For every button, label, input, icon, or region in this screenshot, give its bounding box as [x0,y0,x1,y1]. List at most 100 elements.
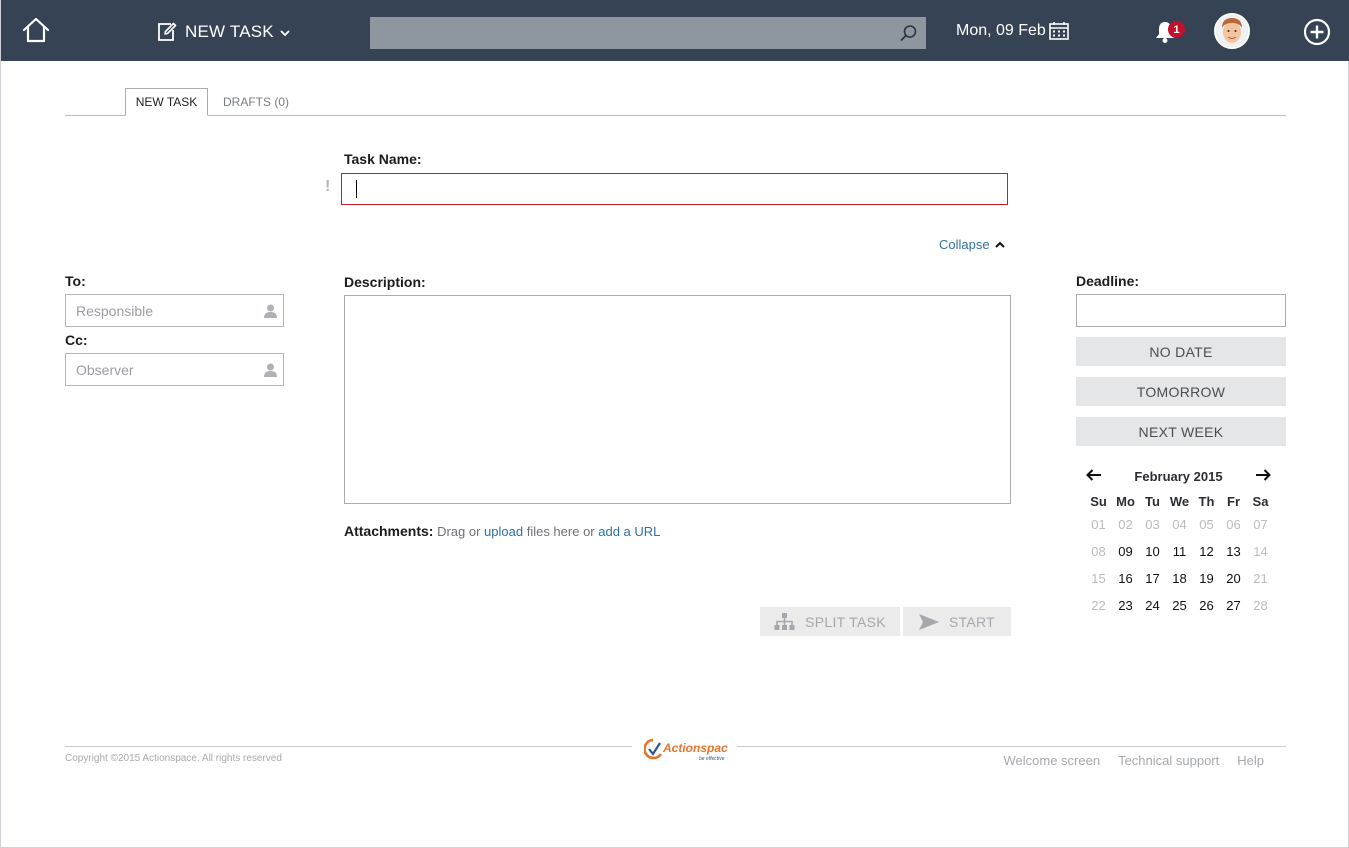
observer-field [65,353,284,386]
weekday-label: Sa [1252,494,1269,509]
person-icon[interactable] [264,363,277,377]
calendar-grid: Su Mo Tu We Th Fr Sa 01 02 03 04 05 06 07 08 09 1… [1085,492,1274,619]
calendar-day[interactable]: 05 [1193,517,1220,532]
calendar-day[interactable]: 10 [1139,544,1166,559]
calendar-week: 08 09 10 11 12 13 14 [1085,538,1274,565]
task-name-input[interactable] [341,173,1008,205]
technical-support-link[interactable]: Technical support [1118,753,1219,768]
attachments-text: files here or [523,524,599,539]
calendar-month: February 2015 [1134,469,1223,484]
calendar-day[interactable]: 20 [1220,571,1247,586]
split-task-button[interactable]: SPLIT TASK [760,607,900,636]
attachments-label: Attachments: [344,523,434,539]
hierarchy-icon [774,612,795,630]
weekday-label: Fr [1227,494,1240,509]
calendar-weekdays: Su Mo Tu We Th Fr Sa [1085,492,1274,511]
footer-divider [65,746,632,747]
chevron-down-icon [280,29,290,36]
search-icon[interactable] [900,24,918,42]
calendar-day[interactable]: 03 [1139,517,1166,532]
user-photo [1216,15,1248,47]
search-box [370,17,926,49]
calendar-day[interactable]: 06 [1220,517,1247,532]
start-label: START [948,613,996,630]
footer-divider [737,746,1286,747]
calendar-icon[interactable] [1049,21,1069,40]
to-label: To: [65,273,86,289]
description-label: Description: [344,274,426,290]
calendar-day[interactable]: 22 [1085,598,1112,613]
weekday-label: Su [1090,494,1107,509]
actionspace-logo[interactable]: Actionspace be effective [644,734,728,764]
tomorrow-button[interactable]: TOMORROW [1076,377,1286,406]
calendar-week: 22 23 24 25 26 27 28 [1085,592,1274,619]
attachments-text: Drag or [433,524,485,539]
calendar-day[interactable]: 28 [1247,598,1274,613]
help-link[interactable]: Help [1237,753,1264,768]
current-date-text: Mon, 09 Feb [956,21,1046,39]
calendar-day[interactable]: 27 [1220,598,1247,613]
calendar-week: 15 16 17 18 19 20 21 [1085,565,1274,592]
copyright-text: Copyright ©2015 Actionspace. All rights … [65,753,282,764]
calendar-day[interactable]: 14 [1247,544,1274,559]
calendar-day[interactable]: 04 [1166,517,1193,532]
home-button[interactable] [22,17,50,43]
calendar-day[interactable]: 17 [1139,571,1166,586]
arrow-right-icon[interactable] [1255,469,1271,481]
attachments-row: Attachments: Drag or upload files here o… [344,523,660,539]
welcome-screen-link[interactable]: Welcome screen [1004,753,1101,768]
responsible-field [65,294,284,327]
edit-icon [158,22,177,41]
new-task-menu-label: NEW TASK [185,22,274,41]
calendar-week: 01 02 03 04 05 06 07 [1085,511,1274,538]
upload-link[interactable]: upload [484,524,523,539]
calendar-day[interactable]: 18 [1166,571,1193,586]
calendar-day[interactable]: 13 [1220,544,1247,559]
footer-links: Welcome screen Technical support Help [986,753,1265,768]
logo-text: Actionspace [662,741,728,755]
logo-tagline: be effective [699,756,725,762]
calendar-day[interactable]: 02 [1112,517,1139,532]
calendar-day[interactable]: 16 [1112,571,1139,586]
cc-label: Cc: [65,332,88,348]
next-week-button[interactable]: NEXT WEEK [1076,417,1286,446]
required-indicator: ! [325,178,331,195]
start-button[interactable]: START [903,607,1011,636]
weekday-label: We [1169,494,1190,509]
search-input[interactable] [370,17,926,49]
calendar-day[interactable]: 15 [1085,571,1112,586]
responsible-input[interactable] [66,295,283,326]
calendar-day[interactable]: 07 [1247,517,1274,532]
no-date-button[interactable]: NO DATE [1076,337,1286,366]
deadline-input[interactable] [1076,294,1286,327]
tab-new-task[interactable]: NEW TASK [125,88,208,116]
task-name-label: Task Name: [344,151,422,167]
calendar-day[interactable]: 19 [1193,571,1220,586]
calendar-day[interactable]: 21 [1247,571,1274,586]
weekday-label: Th [1198,494,1215,509]
split-task-label: SPLIT TASK [805,613,886,630]
calendar-day[interactable]: 01 [1085,517,1112,532]
calendar-day[interactable]: 09 [1112,544,1139,559]
person-icon[interactable] [264,304,277,318]
plus-circle-icon[interactable] [1303,18,1331,46]
home-icon [22,17,50,43]
calendar-day[interactable]: 26 [1193,598,1220,613]
weekday-label: Tu [1145,494,1160,509]
description-textarea[interactable] [344,295,1011,504]
tab-drafts[interactable]: DRAFTS (0) [215,88,297,116]
observer-input[interactable] [66,354,283,385]
notification-badge: 1 [1168,21,1185,38]
new-task-menu[interactable]: NEW TASK [157,18,290,46]
calendar-day[interactable]: 08 [1085,544,1112,559]
add-url-link[interactable]: add a URL [598,524,660,539]
calendar-day[interactable]: 23 [1112,598,1139,613]
current-date: Mon, 09 Feb [956,21,1069,40]
send-icon [918,613,939,630]
calendar-day[interactable]: 24 [1139,598,1166,613]
calendar-day[interactable]: 25 [1166,598,1193,613]
calendar-day[interactable]: 12 [1193,544,1220,559]
calendar-day[interactable]: 11 [1166,544,1193,559]
avatar[interactable] [1214,13,1250,49]
collapse-link[interactable]: Collapse [939,237,1005,252]
